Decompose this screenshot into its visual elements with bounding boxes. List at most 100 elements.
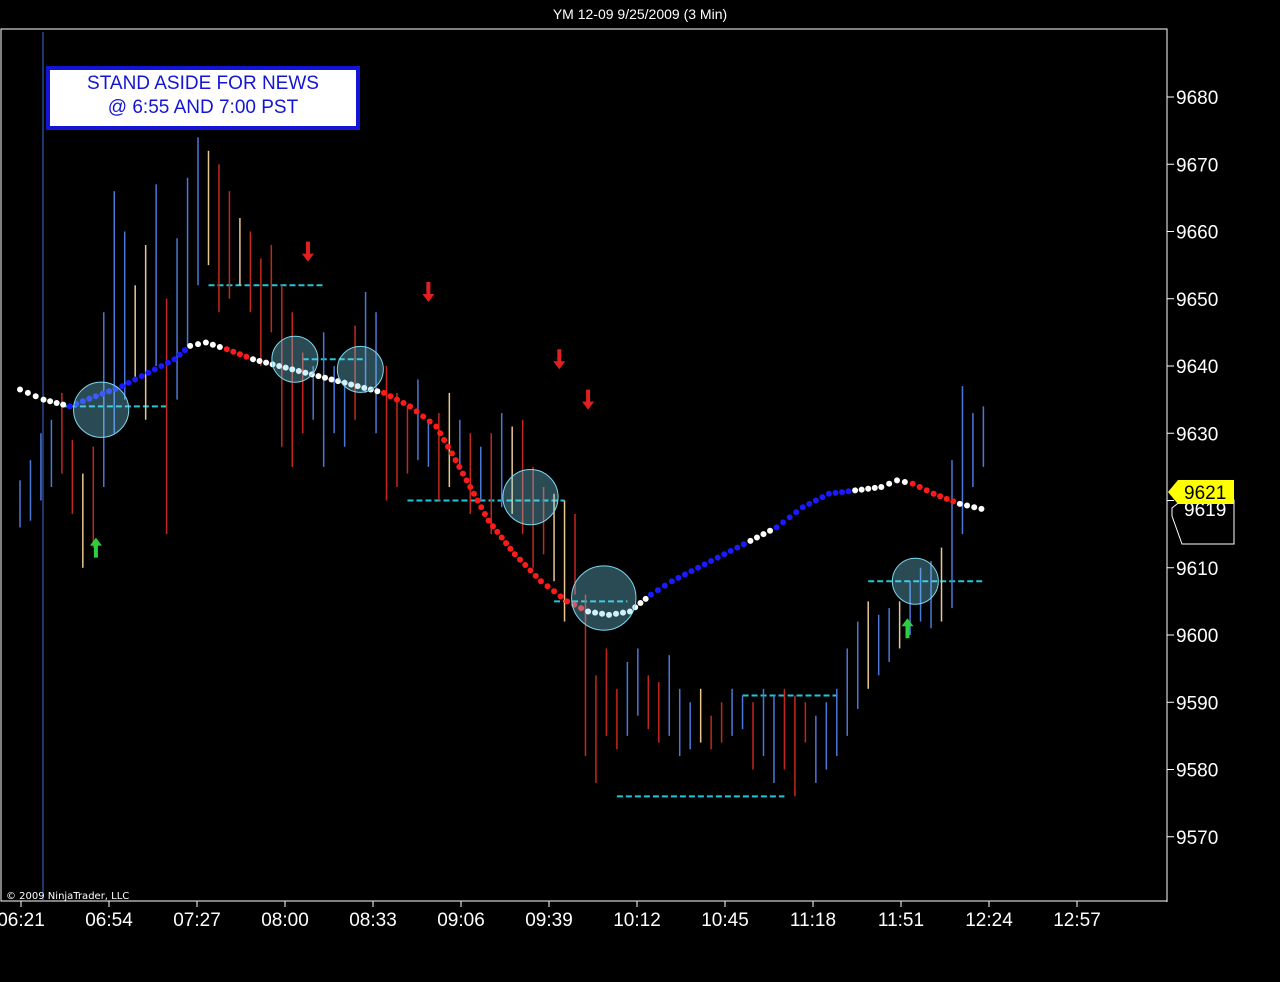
ma-dot [420,413,427,420]
ma-dot [661,582,668,589]
ma-dot [47,398,54,405]
ma-dot [181,347,188,354]
x-tick-label: 11:51 [878,910,924,931]
ma-dot [456,463,463,470]
y-tick-label: 9580 [1176,761,1218,782]
ma-dot [60,401,67,408]
support-resistance-levels [61,284,984,798]
ma-dot [654,587,661,594]
ma-dot [688,568,695,575]
ma-dot [557,593,564,600]
ma-dot [158,363,165,369]
news-warning-box: STAND ASIDE FOR NEWS @ 6:55 AND 7:00 PST [46,66,360,130]
ma-dot [256,357,263,364]
ma-dot [747,537,754,544]
x-tick-label: 10:12 [613,910,661,931]
ma-dot [243,353,250,360]
ma-dot [236,351,243,358]
ma-dot [943,495,950,502]
ma-dot [474,497,481,504]
y-tick-label: 9650 [1176,290,1218,311]
ma-dot [17,386,23,393]
x-tick-label: 11:18 [790,910,836,931]
ma-dot [209,341,216,348]
ma-dot [760,531,767,538]
y-tick-label: 9640 [1176,357,1218,378]
ma-dot [176,351,183,358]
news-warning-line2: @ 6:55 AND 7:00 PST [107,97,299,118]
news-warning-line1: STAND ASIDE FOR NEWS [87,73,319,94]
ma-dot [799,504,806,511]
ma-dot [315,373,322,380]
ma-dot [53,399,60,406]
ma-dot [544,583,551,590]
ma-dot [481,510,488,517]
ma-dot [971,504,978,511]
signal-circle [502,469,559,526]
ma-dot [249,356,256,363]
moving-average-dots [17,339,985,618]
ma-dot [125,379,132,386]
ma-dot [753,534,760,541]
ma-dot [825,490,832,497]
ma-dot [374,388,381,395]
x-tick-label: 09:06 [437,910,485,931]
ma-dot [721,551,728,558]
ma-dot [467,484,474,491]
y-tick-label: 9610 [1176,559,1218,580]
ma-dot [195,341,202,348]
sell-arrow-icon [422,282,435,303]
ma-dot [522,562,529,569]
ma-dot [839,489,846,496]
copyright-text: © 2009 NinjaTrader, LLC [6,891,129,902]
ma-dot [66,403,73,410]
ma-dot [171,356,178,363]
ma-dot [978,505,985,512]
last-price-tag-label: 9621 [1184,483,1226,504]
ma-dot [642,595,649,602]
ma-dot [132,376,139,383]
ma-dot [40,396,47,403]
signal-circle [73,381,130,438]
ma-dot [407,403,414,410]
signal-circle [271,335,319,383]
ma-dot [24,389,31,396]
price-bars [19,137,985,797]
ma-dot [923,487,930,494]
ma-dot [503,540,510,547]
y-axis-ticks: 9570958095909600961096209630964096509660… [1167,88,1218,849]
ma-dot [930,490,937,497]
ma-dot [956,500,963,507]
ma-dot [937,493,944,500]
ma-dot [858,486,865,493]
ma-dot [230,348,237,355]
ma-dot [400,399,407,406]
y-tick-label: 9600 [1176,626,1218,647]
ma-dot [413,408,420,415]
ma-dot [138,373,145,380]
ma-dot [321,374,328,381]
price-tags: 9619 9621 [1168,480,1235,545]
buy-arrow-icon [89,537,102,558]
ma-dot [852,487,859,494]
ma-dot [223,346,230,353]
ma-dot [901,479,908,486]
buy-arrow-icon [901,618,914,639]
ma-dot [452,457,459,464]
ma-dot [916,484,923,491]
ma-dot [812,497,819,504]
ma-dot [32,393,39,400]
ma-dot [498,534,505,541]
sell-arrow-icon [553,349,566,370]
ma-dot [164,359,171,366]
ma-dot [151,366,158,373]
ma-dot [767,527,774,534]
x-axis-ticks: 06:21 06:54 07:27 08:00 08:33 09:06 09:39 10:12… [0,901,1101,931]
ma-dot [871,484,878,491]
y-tick-label: 9670 [1176,155,1218,176]
ma-dot [894,477,901,484]
ma-dot [507,545,514,552]
ma-dot [387,393,394,400]
ma-dot [564,598,571,605]
ma-dot [727,547,734,554]
